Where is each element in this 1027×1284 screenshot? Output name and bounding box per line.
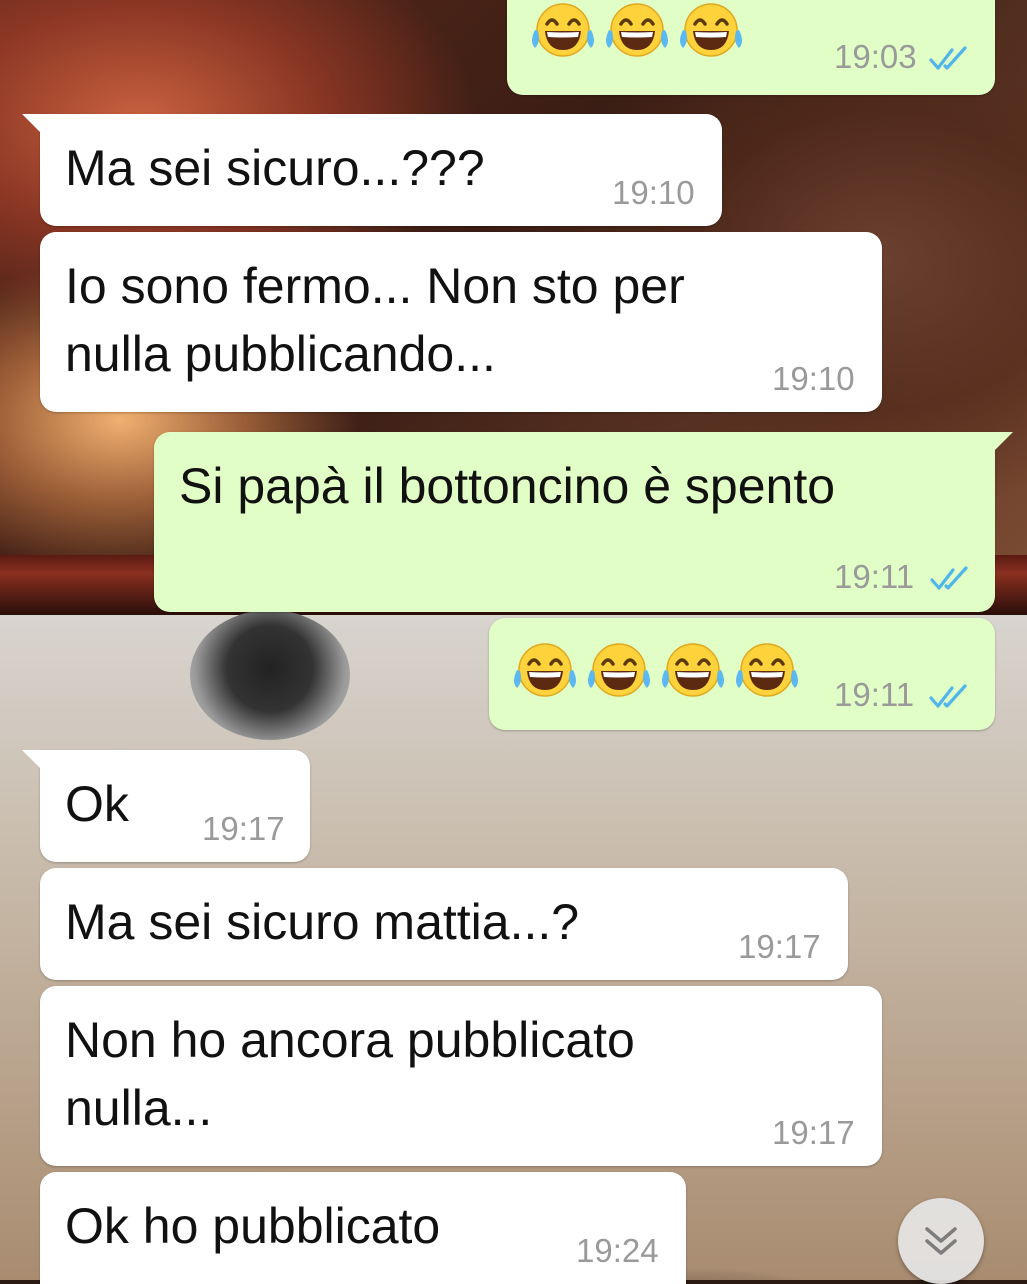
read-ticks-icon (930, 566, 974, 592)
message-text-line: nulla pubblicando... (65, 326, 496, 382)
message-text-line: Io sono fermo... Non sto per (65, 258, 685, 314)
face-with-tears-of-joy-icon (585, 640, 653, 702)
message-time: 19:17 (202, 810, 285, 847)
read-ticks-icon (929, 684, 973, 710)
message-time: 19:24 (576, 1232, 659, 1269)
message-time: 19:11 (834, 676, 915, 713)
face-with-tears-of-joy-icon (529, 0, 597, 62)
message-bubble-incoming[interactable]: Ma sei sicuro mattia...? 19:17 (40, 868, 848, 980)
message-text-line: nulla... (65, 1080, 213, 1136)
emoji-group (511, 640, 801, 702)
message-text: Si papà il bottoncino è spento (179, 458, 836, 514)
message-time: 19:10 (772, 360, 855, 397)
message-text: Ma sei sicuro...??? (65, 140, 485, 196)
message-bubble-incoming[interactable]: Ok 19:17 (22, 750, 310, 862)
read-ticks-icon (929, 46, 973, 72)
face-with-tears-of-joy-icon (603, 0, 671, 62)
message-time: 19:10 (612, 174, 695, 211)
message-bubble-outgoing[interactable]: 😂😂😂😂 19:11 (489, 618, 995, 730)
message-time: 19:17 (772, 1114, 855, 1151)
emoji-group (529, 0, 745, 62)
face-with-tears-of-joy-icon (733, 640, 801, 702)
message-time: 19:03 (834, 38, 917, 75)
face-with-tears-of-joy-icon (677, 0, 745, 62)
message-bubble-outgoing[interactable]: Si papà il bottoncino è spento 19:11 (154, 432, 1013, 612)
message-bubble-incoming[interactable]: Ma sei sicuro...??? 19:10 (22, 114, 722, 226)
message-text: Ok ho pubblicato (65, 1198, 441, 1254)
message-text: Ma sei sicuro mattia...? (65, 894, 580, 950)
face-with-tears-of-joy-icon (511, 640, 579, 702)
message-bubble-incoming[interactable]: Ok ho pubblicato 19:24 (40, 1172, 686, 1284)
message-text: Ok (65, 776, 129, 832)
double-chevron-down-icon (925, 1227, 957, 1255)
message-time: 19:17 (738, 928, 821, 965)
message-bubble-incoming[interactable]: Non ho ancora pubblicato nulla... 19:17 (40, 986, 882, 1166)
message-bubble-incoming[interactable]: Io sono fermo... Non sto per nulla pubbl… (40, 232, 882, 412)
message-time: 19:11 (834, 558, 915, 595)
scroll-to-bottom-button[interactable] (898, 1198, 984, 1284)
face-with-tears-of-joy-icon (659, 640, 727, 702)
message-bubble-outgoing[interactable]: 😂😂😂 19:03 (507, 0, 995, 95)
message-text-line: Non ho ancora pubblicato (65, 1012, 635, 1068)
